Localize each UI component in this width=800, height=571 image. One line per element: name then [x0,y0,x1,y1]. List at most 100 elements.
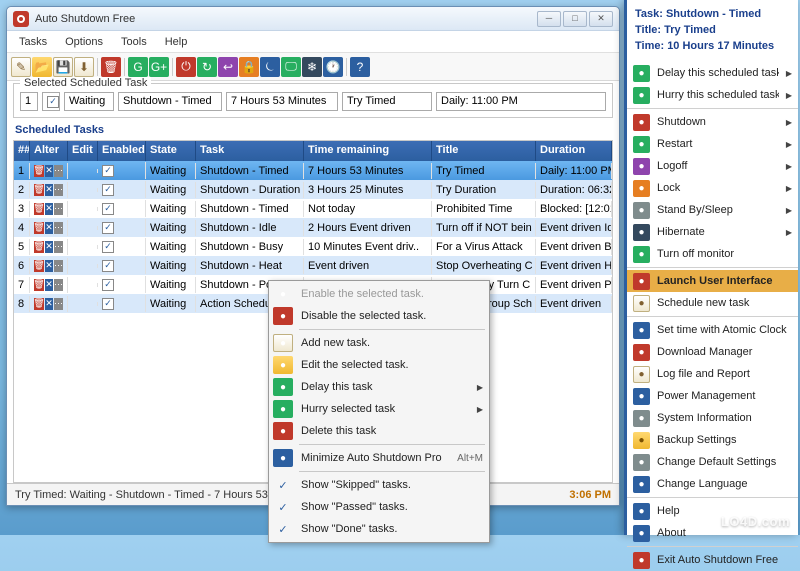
menu-tasks[interactable]: Tasks [11,33,55,51]
col-duration[interactable]: Duration [536,141,612,161]
table-row[interactable]: 2🗑✕⋯✓WaitingShutdown - Duration3 Hours 2… [14,180,612,199]
panel-item[interactable]: ●Set time with Atomic Clock [627,319,798,341]
panel-item[interactable]: ●Schedule new task [627,292,798,314]
panel-item[interactable]: ●Shutdown▶ [627,111,798,133]
menu-item[interactable]: ●Delete this task [271,420,487,442]
panel-item[interactable]: ●Exit Auto Shutdown Free [627,549,798,571]
save-icon[interactable]: 💾 [53,57,73,77]
maximize-button[interactable]: □ [563,11,587,27]
close-button[interactable]: ✕ [589,11,613,27]
cell-alter[interactable]: 🗑✕⋯ [30,296,68,312]
cell-enabled[interactable]: ✓ [98,295,146,312]
col-title[interactable]: Title [432,141,536,161]
clock-icon[interactable]: 🕐 [323,57,343,77]
sel-state-field[interactable]: Waiting [64,92,114,111]
table-row[interactable]: 1🗑✕⋯✓WaitingShutdown - Timed7 Hours 53 M… [14,161,612,180]
col-time[interactable]: Time remaining [304,141,432,161]
save-down-icon[interactable]: ⬇ [74,57,94,77]
panel-item[interactable]: ●Lock▶ [627,177,798,199]
cell-edit[interactable] [68,245,98,249]
open-icon[interactable]: 📂 [32,57,52,77]
cell-edit[interactable] [68,264,98,268]
standby-icon[interactable]: ⏾ [260,57,280,77]
menu-item[interactable]: ✓Show "Skipped" tasks. [271,474,487,496]
cell-enabled[interactable]: ✓ [98,257,146,274]
cell-edit[interactable] [68,302,98,306]
sel-title-field[interactable]: Try Timed [342,92,432,111]
table-row[interactable]: 6🗑✕⋯✓WaitingShutdown - HeatEvent drivenS… [14,256,612,275]
col-task[interactable]: Task [196,141,304,161]
col-num[interactable]: ## [14,141,30,161]
delay-icon[interactable]: G [128,57,148,77]
menu-item[interactable]: ●Hurry selected task▶ [271,398,487,420]
delete-icon[interactable]: 🗑 [101,57,121,77]
cell-alter[interactable]: 🗑✕⋯ [30,201,68,217]
shutdown-icon[interactable]: ⏻ [176,57,196,77]
panel-item[interactable]: ●System Information [627,407,798,429]
menu-item[interactable]: ●Minimize Auto Shutdown ProAlt+M [271,447,487,469]
hibernate-icon[interactable]: ❄ [302,57,322,77]
cell-alter[interactable]: 🗑✕⋯ [30,220,68,236]
panel-item[interactable]: ●Hibernate▶ [627,221,798,243]
minimize-button[interactable]: ─ [537,11,561,27]
cell-alter[interactable]: 🗑✕⋯ [30,163,68,179]
cell-enabled[interactable]: ✓ [98,200,146,217]
panel-item[interactable]: ●Power Management [627,385,798,407]
hurry-icon[interactable]: G+ [149,57,169,77]
panel-item[interactable]: ●Backup Settings [627,429,798,451]
cell-alter[interactable]: 🗑✕⋯ [30,258,68,274]
panel-item[interactable]: ●Change Language [627,473,798,495]
menu-item[interactable]: ✓Show "Passed" tasks. [271,496,487,518]
cell-alter[interactable]: 🗑✕⋯ [30,277,68,293]
menu-tools[interactable]: Tools [113,33,155,51]
menu-item[interactable]: ●Edit the selected task. [271,354,487,376]
sel-num-field[interactable]: 1 [20,92,38,111]
lock-icon[interactable]: 🔒 [239,57,259,77]
cell-enabled[interactable]: ✓ [98,219,146,236]
table-row[interactable]: 5🗑✕⋯✓WaitingShutdown - Busy10 Minutes Ev… [14,237,612,256]
cell-edit[interactable] [68,226,98,230]
panel-item[interactable]: ●Restart▶ [627,133,798,155]
panel-item[interactable]: ●Change Default Settings [627,451,798,473]
cell-enabled[interactable]: ✓ [98,276,146,293]
menu-item[interactable]: ✓Show "Done" tasks. [271,518,487,540]
col-enabled[interactable]: Enabled [98,141,146,161]
panel-item[interactable]: ●Turn off monitor [627,243,798,265]
cell-enabled[interactable]: ✓ [98,181,146,198]
panel-item[interactable]: ●Delay this scheduled task.▶ [627,62,798,84]
menu-item[interactable]: ●Disable the selected task. [271,305,487,327]
new-icon[interactable]: ✎ [11,57,31,77]
cell-alter[interactable]: 🗑✕⋯ [30,182,68,198]
menu-options[interactable]: Options [57,33,111,51]
table-row[interactable]: 3🗑✕⋯✓WaitingShutdown - TimedNot todayPro… [14,199,612,218]
panel-item[interactable]: ●Log file and Report [627,363,798,385]
panel-item[interactable]: ●Hurry this scheduled task▶ [627,84,798,106]
cell-edit[interactable] [68,188,98,192]
sel-duration-field[interactable]: Daily: 11:00 PM [436,92,606,111]
col-state[interactable]: State [146,141,196,161]
help-icon[interactable]: ? [350,57,370,77]
menu-item[interactable]: ●Add new task. [271,332,487,354]
col-edit[interactable]: Edit [68,141,98,161]
sel-task-field[interactable]: Shutdown - Timed [118,92,222,111]
panel-item[interactable]: ●Logoff▶ [627,155,798,177]
cell-edit[interactable] [68,169,98,173]
cell-enabled[interactable]: ✓ [98,238,146,255]
sel-enabled-checkbox[interactable]: ✓ [42,92,60,111]
menu-item[interactable]: ●Delay this task▶ [271,376,487,398]
panel-item[interactable]: ●Launch User Interface [627,270,798,292]
panel-item[interactable]: ●Download Manager [627,341,798,363]
restart-icon[interactable]: ↻ [197,57,217,77]
cell-edit[interactable] [68,283,98,287]
titlebar[interactable]: Auto Shutdown Free ─ □ ✕ [7,7,619,31]
cell-alter[interactable]: 🗑✕⋯ [30,239,68,255]
cell-enabled[interactable]: ✓ [98,162,146,179]
monitor-icon[interactable]: 🖵 [281,57,301,77]
menu-help[interactable]: Help [157,33,196,51]
panel-item[interactable]: ●Stand By/Sleep▶ [627,199,798,221]
logoff-icon[interactable]: ↩ [218,57,238,77]
cell-edit[interactable] [68,207,98,211]
table-row[interactable]: 4🗑✕⋯✓WaitingShutdown - Idle2 Hours Event… [14,218,612,237]
col-alter[interactable]: Alter [30,141,68,161]
sel-time-field[interactable]: 7 Hours 53 Minutes [226,92,338,111]
